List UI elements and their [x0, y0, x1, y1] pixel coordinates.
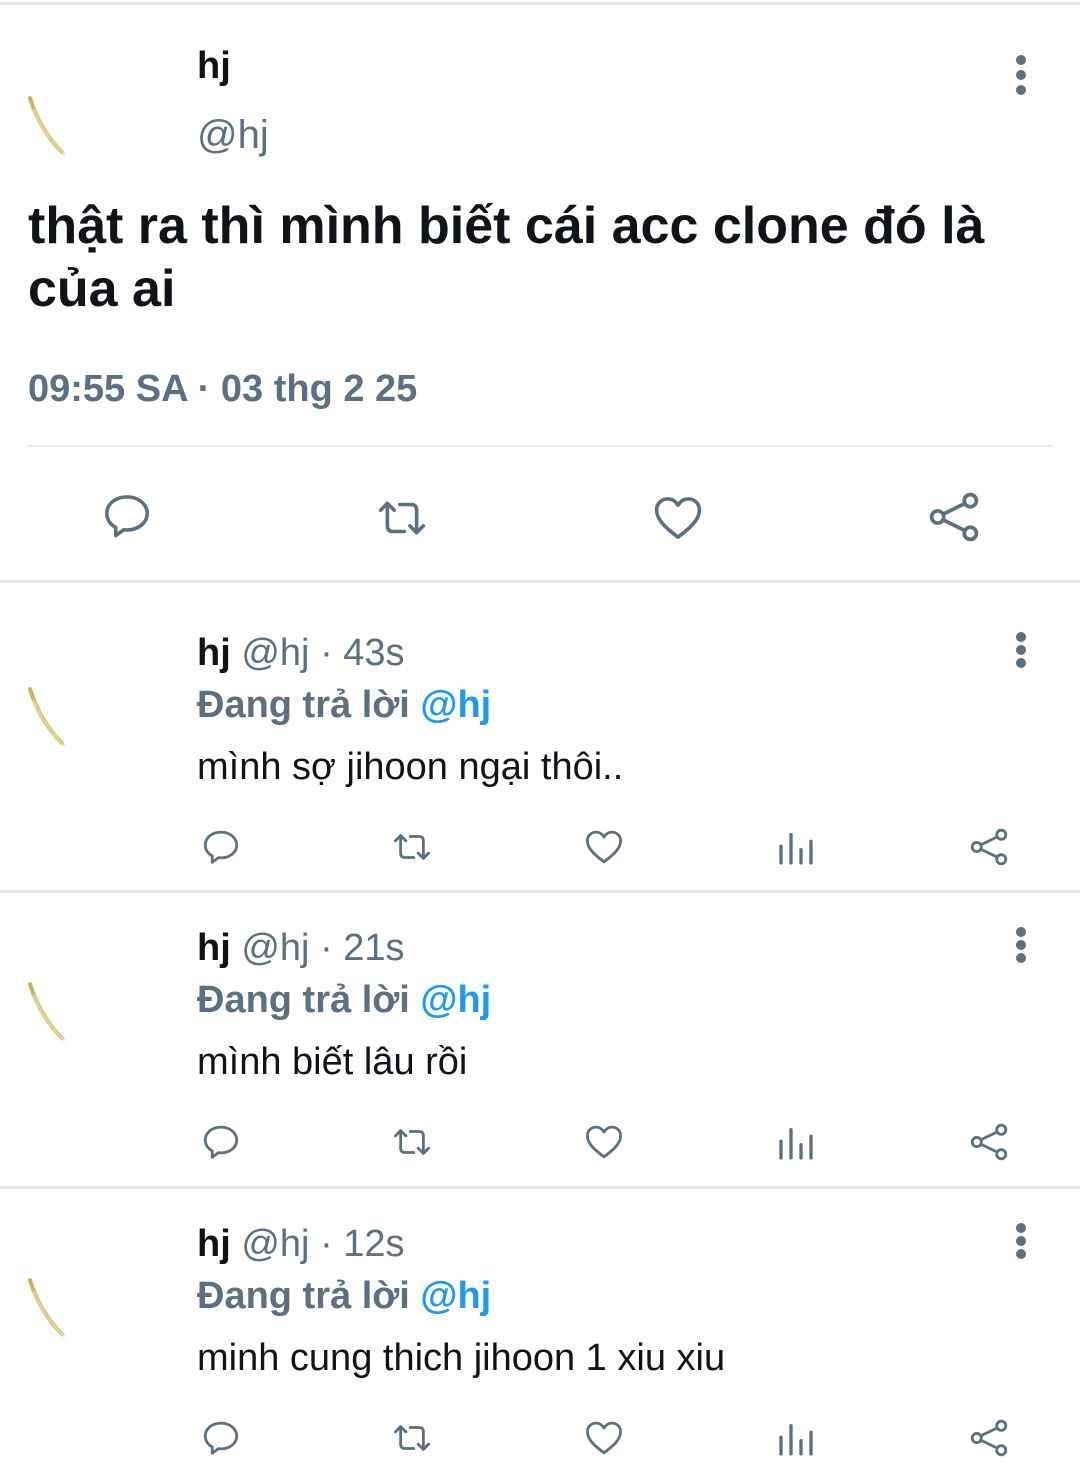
reply-time: · 21s: [320, 927, 405, 969]
avatar-image-icon: [23, 81, 111, 169]
reply-icon[interactable]: [100, 489, 154, 543]
author-handle[interactable]: @hj: [241, 927, 309, 969]
retweet-icon[interactable]: [388, 826, 436, 868]
action-divider: [28, 445, 1052, 447]
reply-icon[interactable]: [200, 826, 242, 868]
more-options-icon[interactable]: [1006, 1223, 1036, 1263]
replying-to: Đang trả lời @hj: [197, 1275, 491, 1318]
reply-tweet: hj @hj · 21s Đang trả lời @hj mình biết …: [0, 891, 1080, 1187]
reply-icon[interactable]: [200, 1417, 242, 1459]
retweet-icon[interactable]: [388, 1417, 436, 1459]
more-options-icon[interactable]: [1006, 632, 1036, 672]
avatar-image-icon: [23, 967, 111, 1055]
avatar[interactable]: [22, 1262, 112, 1352]
avatar-image-icon: [23, 1263, 111, 1351]
like-icon[interactable]: [582, 1417, 626, 1459]
reply-header: hj @hj · 12s: [197, 1223, 405, 1266]
retweet-icon[interactable]: [372, 491, 432, 545]
reply-header: hj @hj · 21s: [197, 927, 405, 970]
replying-to-mention[interactable]: @hj: [420, 979, 491, 1021]
retweet-icon[interactable]: [388, 1121, 436, 1163]
main-tweet: hj @hj thật ra thì mình biết cái acc clo…: [0, 5, 1080, 582]
reply-text: minh cung thich jihoon 1 xiu xiu: [197, 1337, 726, 1379]
like-icon[interactable]: [582, 826, 626, 868]
analytics-icon[interactable]: [776, 828, 816, 868]
share-icon[interactable]: [968, 1121, 1010, 1163]
more-options-icon[interactable]: [1006, 927, 1036, 967]
tweet-thread-page: hj @hj thật ra thì mình biết cái acc clo…: [0, 0, 1080, 1483]
replying-to: Đang trả lời @hj: [197, 684, 491, 727]
replying-to-mention[interactable]: @hj: [420, 684, 491, 726]
reply-text: mình biết lâu rồi: [197, 1041, 468, 1083]
share-icon[interactable]: [968, 1417, 1010, 1459]
avatar[interactable]: [22, 671, 112, 761]
reply-time: · 12s: [320, 1223, 405, 1265]
author-name[interactable]: hj: [197, 1223, 231, 1265]
share-icon[interactable]: [926, 489, 982, 545]
avatar-image-icon: [23, 672, 111, 760]
replying-to-label: Đang trả lời: [197, 1275, 410, 1317]
author-name[interactable]: hj: [197, 927, 231, 969]
tweet-timestamp[interactable]: 09:55 SA · 03 thg 2 25: [28, 368, 417, 411]
reply-header: hj @hj · 43s: [197, 632, 405, 675]
avatar[interactable]: [22, 966, 112, 1056]
author-handle[interactable]: @hj: [197, 113, 269, 158]
like-icon[interactable]: [582, 1121, 626, 1163]
reply-text: mình sợ jihoon ngại thôi..: [197, 746, 624, 788]
share-icon[interactable]: [968, 826, 1010, 868]
author-name[interactable]: hj: [197, 632, 231, 674]
thread-divider: [0, 580, 1080, 583]
analytics-icon[interactable]: [776, 1419, 816, 1459]
tweet-text: thật ra thì mình biết cái acc clone đó l…: [28, 197, 985, 318]
reply-tweet: hj @hj · 12s Đang trả lời @hj minh cung …: [0, 1187, 1080, 1483]
analytics-icon[interactable]: [776, 1123, 816, 1163]
reply-tweet: hj @hj · 43s Đang trả lời @hj mình sợ ji…: [0, 596, 1080, 892]
reply-icon[interactable]: [200, 1121, 242, 1163]
like-icon[interactable]: [650, 491, 706, 545]
author-handle[interactable]: @hj: [241, 632, 309, 674]
avatar[interactable]: [22, 80, 112, 170]
replying-to-mention[interactable]: @hj: [420, 1275, 491, 1317]
reply-time: · 43s: [320, 632, 405, 674]
replying-to: Đang trả lời @hj: [197, 979, 491, 1022]
author-name[interactable]: hj: [197, 45, 231, 88]
replying-to-label: Đang trả lời: [197, 684, 410, 726]
author-handle[interactable]: @hj: [241, 1223, 309, 1265]
replying-to-label: Đang trả lời: [197, 979, 410, 1021]
more-options-icon[interactable]: [1006, 55, 1036, 95]
